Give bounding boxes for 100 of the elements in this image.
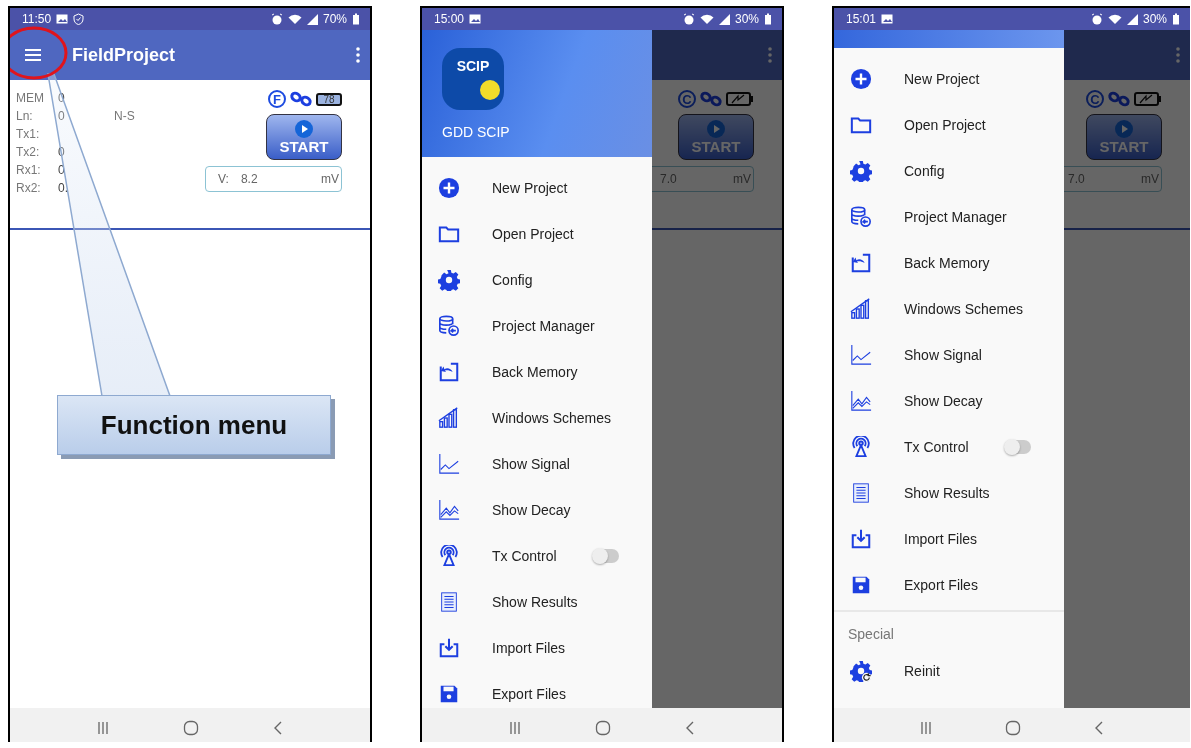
field-unit: mV <box>321 172 339 186</box>
field-value: 7.0 <box>1068 172 1085 186</box>
checklist-icon <box>850 482 872 504</box>
menu-item[interactable]: Export Files <box>422 671 652 708</box>
home-icon[interactable] <box>1005 720 1021 736</box>
download-tray-icon <box>438 637 460 659</box>
wifi-icon <box>699 13 714 25</box>
gear-refresh-icon <box>850 660 872 682</box>
battery-icon <box>764 13 772 25</box>
database-icon <box>438 315 460 337</box>
bar-chart-icon <box>438 407 460 429</box>
field-value: 7.0 <box>660 172 677 186</box>
battery-percent: 70% <box>322 12 347 26</box>
back-icon[interactable] <box>1093 721 1104 735</box>
reading-label: MEM <box>16 91 45 105</box>
image-icon <box>469 14 482 24</box>
database-icon <box>850 206 872 228</box>
battery-indicator: 78 <box>316 92 342 106</box>
reading-direction: N-S <box>114 109 135 123</box>
chain-link-icon <box>289 91 313 107</box>
return-arrow-icon <box>850 252 872 274</box>
menu-item[interactable]: Windows Schemes <box>422 395 652 441</box>
image-icon <box>881 14 894 24</box>
checklist-icon <box>438 591 460 613</box>
line-graph-icon <box>438 453 460 475</box>
recent-apps-icon[interactable] <box>509 721 521 735</box>
more-options-icon[interactable] <box>356 47 360 63</box>
signal-icon <box>718 13 730 25</box>
mode-indicator: F <box>268 90 286 108</box>
home-icon[interactable] <box>183 720 199 736</box>
menu-item[interactable]: Project Manager <box>834 194 1064 240</box>
charging-battery-icon <box>1134 92 1162 106</box>
menu-item[interactable]: Tx Control <box>834 424 1064 470</box>
field-value: 8.2 <box>240 172 258 186</box>
menu-item[interactable]: Open Project <box>422 211 652 257</box>
menu-item[interactable]: Import Files <box>834 516 1064 562</box>
plus-circle-icon <box>438 177 460 199</box>
back-icon[interactable] <box>273 721 283 735</box>
menu-item[interactable]: Show Signal <box>422 441 652 487</box>
battery-icon <box>1172 13 1180 25</box>
decay-graph-icon <box>438 499 460 521</box>
menu-item[interactable]: Back Memory <box>422 349 652 395</box>
menu-item[interactable]: Show Signal <box>834 332 1064 378</box>
play-icon <box>707 119 725 138</box>
antenna-icon <box>850 436 872 458</box>
menu-item[interactable]: Show Results <box>422 579 652 625</box>
plus-circle-icon <box>850 68 872 90</box>
image-icon <box>56 14 69 24</box>
decay-graph-icon <box>850 390 872 412</box>
menu-item[interactable]: Show Decay <box>422 487 652 533</box>
download-tray-icon <box>850 528 872 550</box>
chain-link-icon <box>1107 91 1131 107</box>
battery-percent: 30% <box>734 12 759 26</box>
app-name: GDD SCIP <box>442 124 511 140</box>
signal-icon <box>306 13 318 25</box>
menu-item[interactable]: Open Project <box>834 102 1064 148</box>
chain-link-icon <box>699 91 723 107</box>
toggle-switch[interactable] <box>592 549 619 563</box>
reading-label: Ln: <box>16 109 34 123</box>
save-icon <box>438 683 460 705</box>
menu-item[interactable]: Show Results <box>834 470 1064 516</box>
more-options-icon[interactable] <box>1176 47 1180 63</box>
menu-item[interactable]: Tx Control <box>422 533 652 579</box>
menu-item[interactable]: Windows Schemes <box>834 286 1064 332</box>
recent-apps-icon[interactable] <box>97 721 109 735</box>
signal-icon <box>1126 13 1138 25</box>
field-unit: mV <box>733 172 751 186</box>
antenna-icon <box>438 545 460 567</box>
clock-time: 15:01 <box>846 12 877 26</box>
battery-percent: 30% <box>1142 12 1167 26</box>
section-heading: Special <box>847 625 895 644</box>
settings-icon <box>850 160 872 182</box>
back-icon[interactable] <box>685 721 695 735</box>
wifi-icon <box>1107 13 1122 25</box>
menu-item[interactable]: Export Files <box>834 562 1064 608</box>
menu-item[interactable]: Project Manager <box>422 303 652 349</box>
app-title: FieldProject <box>72 44 177 66</box>
menu-item[interactable]: Import Files <box>422 625 652 671</box>
menu-icon[interactable] <box>24 48 42 62</box>
shield-icon <box>73 13 85 25</box>
menu-item[interactable]: Show Decay <box>834 378 1064 424</box>
home-icon[interactable] <box>595 720 611 736</box>
mode-indicator: C <box>678 90 696 108</box>
play-icon <box>1115 119 1133 138</box>
menu-item[interactable]: Config <box>422 257 652 303</box>
bar-chart-icon <box>850 298 872 320</box>
toggle-switch[interactable] <box>1004 440 1031 454</box>
reading-label: Rx2: <box>16 181 42 195</box>
more-options-icon[interactable] <box>768 47 772 63</box>
menu-item[interactable]: New Project <box>834 56 1064 102</box>
recent-apps-icon[interactable] <box>920 721 933 735</box>
start-button[interactable]: START <box>266 114 342 160</box>
reading-label: Tx2: <box>16 145 41 159</box>
reading-value: 0 <box>58 109 66 123</box>
alarm-icon <box>1090 13 1103 25</box>
return-arrow-icon <box>438 361 460 383</box>
menu-item[interactable]: Back Memory <box>834 240 1064 286</box>
voltage-field[interactable]: V: 8.2 mV <box>205 166 342 192</box>
menu-item[interactable]: Reinit <box>834 648 1064 694</box>
clock-time: 15:00 <box>434 12 465 26</box>
